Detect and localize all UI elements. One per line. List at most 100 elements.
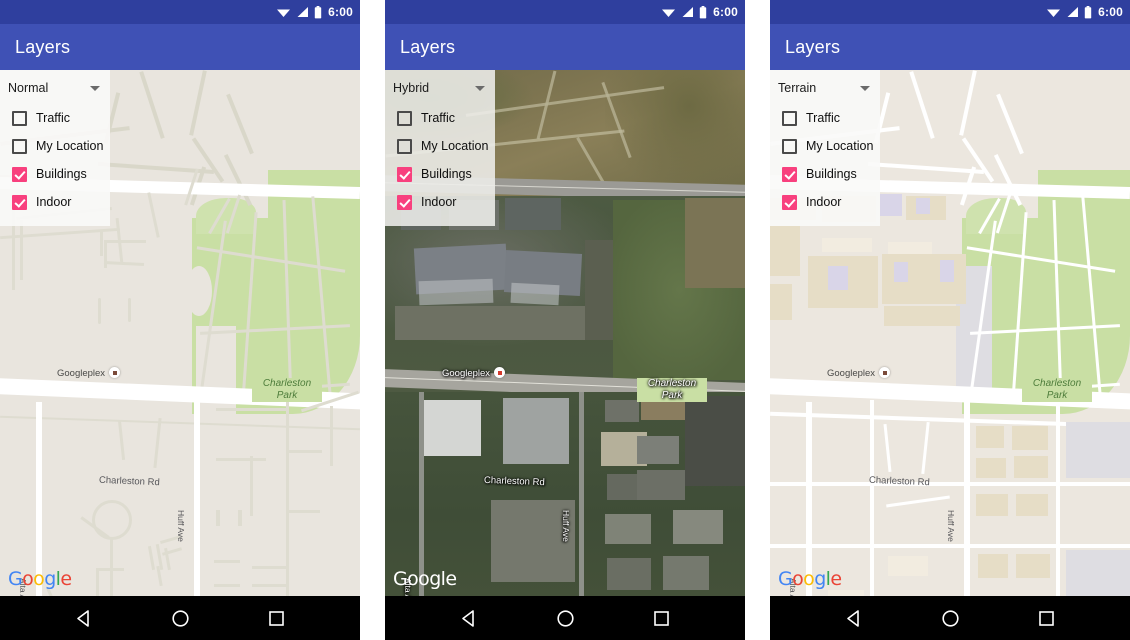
road-segment xyxy=(226,93,254,155)
road-segment xyxy=(286,400,289,596)
road-segment xyxy=(189,70,207,136)
checkbox-row-my-location[interactable]: My Location xyxy=(385,132,495,160)
battery-icon xyxy=(699,5,707,18)
status-bar: 6:00 xyxy=(770,0,1130,24)
satellite-road xyxy=(419,392,424,596)
checkbox-buildings[interactable] xyxy=(12,166,27,182)
satellite-building xyxy=(510,282,560,306)
building-footprint xyxy=(770,284,792,320)
checkbox-my-location[interactable] xyxy=(397,138,412,154)
road-segment xyxy=(147,192,160,238)
checkbox-row-buildings[interactable]: Buildings xyxy=(0,160,110,188)
road-segment xyxy=(868,161,984,175)
home-button[interactable] xyxy=(158,596,202,640)
checkbox-row-buildings[interactable]: Buildings xyxy=(385,160,495,188)
road-huff-ave xyxy=(194,400,200,596)
checkbox-row-my-location[interactable]: My Location xyxy=(0,132,110,160)
checkbox-traffic[interactable] xyxy=(397,110,412,126)
satellite-terrain xyxy=(605,70,745,190)
road-segment xyxy=(250,456,253,516)
layers-drawer[interactable]: Hybrid Traffic My Location Buildings Ind… xyxy=(385,70,495,226)
android-nav-bar[interactable] xyxy=(0,596,360,640)
checkbox-row-traffic[interactable]: Traffic xyxy=(0,104,110,132)
checkbox-indoor[interactable] xyxy=(782,194,797,210)
road-segment xyxy=(870,400,874,596)
map-label-huff-ave: Huff Ave xyxy=(946,510,956,542)
poi-marker-icon xyxy=(879,367,891,378)
map-type-spinner[interactable]: Terrain xyxy=(770,76,880,100)
road-segment xyxy=(770,482,1130,486)
map-view-hybrid[interactable]: Googleplex Charleston Park Charleston Rd… xyxy=(385,70,745,596)
checkbox-row-indoor[interactable]: Indoor xyxy=(385,188,495,216)
road-segment xyxy=(909,71,935,139)
satellite-building xyxy=(605,400,639,422)
label-text: Huff Ave xyxy=(176,510,186,542)
label-text: Charleston Rd xyxy=(98,474,160,489)
checkbox-label-buildings: Buildings xyxy=(36,167,87,181)
checkbox-my-location[interactable] xyxy=(12,138,27,154)
parking-lot-line xyxy=(96,570,99,596)
android-nav-bar[interactable] xyxy=(770,596,1130,640)
checkbox-label-indoor: Indoor xyxy=(36,195,72,209)
back-button[interactable] xyxy=(62,596,106,640)
building-footprint xyxy=(770,226,800,276)
parcel-block xyxy=(1066,422,1130,478)
checkbox-buildings[interactable] xyxy=(782,166,797,182)
label-text-line1: Charleston xyxy=(262,378,312,389)
layers-drawer[interactable]: Terrain Traffic My Location Buildings In… xyxy=(770,70,880,226)
checkbox-indoor[interactable] xyxy=(12,194,27,210)
building-footprint xyxy=(1012,426,1048,450)
checkbox-my-location[interactable] xyxy=(782,138,797,154)
parking-lot-line xyxy=(96,568,124,571)
android-nav-bar[interactable] xyxy=(385,596,745,640)
home-button[interactable] xyxy=(543,596,587,640)
checkbox-row-traffic[interactable]: Traffic xyxy=(770,104,880,132)
recents-button[interactable] xyxy=(639,596,683,640)
road-segment xyxy=(103,260,145,267)
recents-button[interactable] xyxy=(1024,596,1068,640)
label-text: Googleplex xyxy=(442,368,491,379)
phone-screenshot-normal: 6:00 Layers Googleplex Charleston Park C… xyxy=(0,0,360,640)
building-footprint xyxy=(1016,494,1048,516)
building-footprint xyxy=(894,262,908,282)
home-button[interactable] xyxy=(928,596,972,640)
layers-drawer[interactable]: Normal Traffic My Location Buildings Ind… xyxy=(0,70,110,226)
map-view-normal[interactable]: Googleplex Charleston Park Charleston Rd… xyxy=(0,70,360,596)
road-segment xyxy=(20,220,23,280)
back-button[interactable] xyxy=(447,596,491,640)
building-footprint xyxy=(880,194,902,216)
checkbox-row-indoor[interactable]: Indoor xyxy=(0,188,110,216)
checkbox-traffic[interactable] xyxy=(782,110,797,126)
map-type-spinner[interactable]: Hybrid xyxy=(385,76,495,100)
map-view-terrain[interactable]: Googleplex Charleston Park Charleston Rd… xyxy=(770,70,1130,596)
back-button[interactable] xyxy=(832,596,876,640)
checkbox-indoor[interactable] xyxy=(397,194,412,210)
road-segment xyxy=(330,406,333,466)
parking-lot-line xyxy=(110,538,113,596)
app-bar: Layers xyxy=(0,24,360,70)
road-segment xyxy=(286,510,320,513)
checkbox-row-traffic[interactable]: Traffic xyxy=(385,104,495,132)
recents-button[interactable] xyxy=(254,596,298,640)
road-segment xyxy=(921,421,930,475)
page-title: Layers xyxy=(785,36,841,57)
checkbox-traffic[interactable] xyxy=(12,110,27,126)
satellite-parking xyxy=(685,396,745,486)
map-type-spinner[interactable]: Normal xyxy=(0,76,110,100)
label-text: Huff Ave xyxy=(561,510,571,542)
satellite-road xyxy=(579,392,584,596)
road-segment xyxy=(252,566,286,569)
checkbox-row-buildings[interactable]: Buildings xyxy=(770,160,880,188)
label-text: Googleplex xyxy=(57,368,106,379)
map-type-value: Terrain xyxy=(778,81,817,95)
checkbox-row-my-location[interactable]: My Location xyxy=(770,132,880,160)
building-footprint xyxy=(888,556,928,576)
building-footprint xyxy=(978,554,1008,578)
label-text: Charleston Rd xyxy=(868,474,930,489)
road-segment xyxy=(996,93,1024,155)
label-text-line1: Charleston xyxy=(647,378,697,389)
building-footprint xyxy=(1014,456,1048,478)
checkbox-buildings[interactable] xyxy=(397,166,412,182)
map-label-charleston-park: Charleston Park xyxy=(1022,378,1092,402)
checkbox-row-indoor[interactable]: Indoor xyxy=(770,188,880,216)
